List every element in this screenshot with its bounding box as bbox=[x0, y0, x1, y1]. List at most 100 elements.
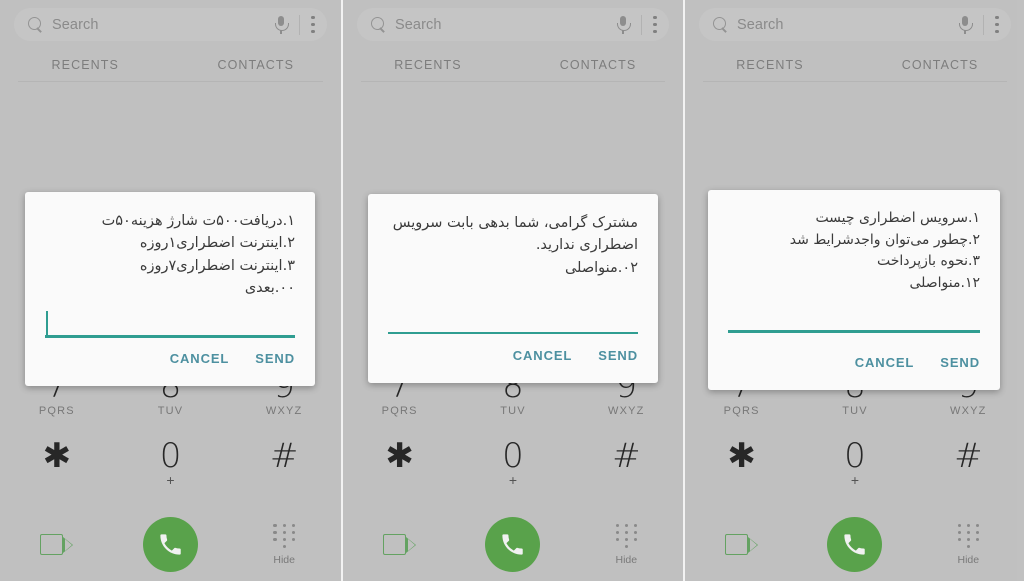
dialpad-key-hash[interactable]: # bbox=[912, 438, 1024, 475]
search-input[interactable]: Search bbox=[699, 8, 1011, 41]
microphone-icon[interactable] bbox=[616, 15, 631, 35]
ussd-dialog: ۱.سرویس اضطراری چیست ۲.چطور می‌توان واجد… bbox=[708, 190, 1000, 390]
search-placeholder: Search bbox=[395, 16, 442, 33]
phone-screen-panel-3: Search RECENTS CONTACTS 7 PQRS 8 TUV bbox=[685, 0, 1024, 581]
tab-contacts[interactable]: CONTACTS bbox=[855, 52, 1024, 82]
text-caret bbox=[46, 311, 49, 336]
search-placeholder: Search bbox=[737, 16, 784, 33]
kebab-menu-icon[interactable] bbox=[311, 15, 315, 34]
ussd-reply-input[interactable] bbox=[728, 303, 980, 333]
video-camera-icon bbox=[725, 534, 759, 555]
keypad-hide-icon bbox=[953, 523, 983, 550]
call-button[interactable] bbox=[827, 517, 883, 572]
ussd-reply-input[interactable] bbox=[388, 304, 638, 334]
hide-keypad-button[interactable]: Hide bbox=[227, 523, 341, 566]
tab-recents[interactable]: RECENTS bbox=[0, 52, 171, 82]
search-icon bbox=[28, 17, 43, 32]
tab-underline bbox=[18, 81, 323, 82]
kebab-menu-icon[interactable] bbox=[995, 15, 999, 34]
ussd-reply-input[interactable] bbox=[45, 308, 295, 338]
video-call-button[interactable] bbox=[0, 534, 114, 555]
phone-screen-panel-1: Search RECENTS CONTACTS 7 PQRS 8 TUV 9 W… bbox=[0, 0, 341, 581]
dialpad-key-star[interactable]: ✱ bbox=[343, 438, 456, 475]
microphone-icon[interactable] bbox=[274, 15, 289, 35]
phone-call-icon bbox=[160, 534, 181, 555]
three-panel-screenshot: Search RECENTS CONTACTS 7 PQRS 8 TUV 9 W… bbox=[0, 0, 1024, 581]
search-bar-container: Search bbox=[14, 8, 327, 41]
keypad-hide-icon bbox=[269, 523, 299, 550]
send-button[interactable]: SEND bbox=[598, 344, 638, 367]
video-camera-icon bbox=[383, 534, 417, 555]
dialpad-plus-label: + bbox=[166, 472, 175, 488]
dialpad-key-hash[interactable]: # bbox=[570, 438, 683, 475]
cancel-button[interactable]: CANCEL bbox=[170, 347, 230, 370]
microphone-icon[interactable] bbox=[958, 15, 973, 35]
tab-recents[interactable]: RECENTS bbox=[685, 52, 855, 82]
dialpad-letters: WXYZ bbox=[265, 405, 303, 417]
dialpad-key-hash[interactable]: # bbox=[227, 438, 341, 475]
hide-keypad-button[interactable]: Hide bbox=[570, 523, 683, 566]
send-button[interactable]: SEND bbox=[940, 351, 980, 374]
dialpad-row-star0hash: ✱ 0 + # bbox=[343, 438, 683, 508]
dialpad-letters: PQRS bbox=[38, 405, 75, 417]
tab-contacts[interactable]: CONTACTS bbox=[171, 52, 342, 82]
dialpad-action-row: Hide bbox=[0, 508, 341, 581]
ussd-dialog: مشترک گرامی، شما بدهی بابت سرویس اضطراری… bbox=[368, 194, 658, 383]
hide-keypad-button[interactable]: Hide bbox=[912, 523, 1024, 566]
dialpad: 7 PQRS 8 TUV 9 WXYZ ✱ 0 bbox=[685, 368, 1024, 581]
search-input[interactable]: Search bbox=[357, 8, 669, 41]
tab-contacts[interactable]: CONTACTS bbox=[513, 52, 683, 82]
dialpad-letters: TUV bbox=[842, 405, 868, 417]
call-button[interactable] bbox=[143, 517, 198, 572]
dialpad-digit: # bbox=[954, 436, 983, 476]
dialpad-letters: TUV bbox=[500, 405, 526, 417]
video-call-button[interactable] bbox=[685, 534, 798, 555]
input-underline bbox=[45, 335, 295, 338]
dialpad-letters: PQRS bbox=[381, 405, 418, 417]
dialpad-letters: WXYZ bbox=[950, 405, 987, 417]
tab-bar: RECENTS CONTACTS bbox=[0, 52, 341, 82]
dialog-actions: CANCEL SEND bbox=[45, 347, 295, 378]
hide-label: Hide bbox=[615, 553, 638, 566]
ussd-dialog: ۱.دریافت۵۰۰ت شارژ هزینه۵۰ت ۲.اینترنت اضط… bbox=[25, 192, 315, 386]
tab-recents[interactable]: RECENTS bbox=[343, 52, 513, 82]
search-icon bbox=[371, 17, 386, 32]
search-input[interactable]: Search bbox=[14, 8, 327, 41]
search-bar-container: Search bbox=[357, 8, 669, 41]
call-button[interactable] bbox=[485, 517, 541, 572]
dialpad-key-0[interactable]: 0 + bbox=[114, 438, 228, 488]
toolbar-divider bbox=[641, 14, 642, 35]
tab-underline bbox=[361, 81, 665, 82]
dialpad-key-0[interactable]: 0 + bbox=[798, 438, 911, 488]
cancel-button[interactable]: CANCEL bbox=[513, 344, 573, 367]
phone-call-icon bbox=[502, 534, 524, 555]
dialpad-action-row: Hide bbox=[343, 508, 683, 581]
video-camera-icon bbox=[40, 534, 74, 555]
dialpad-key-star[interactable]: ✱ bbox=[0, 438, 114, 475]
video-call-button[interactable] bbox=[343, 534, 456, 555]
search-bar-container: Search bbox=[699, 8, 1011, 41]
tab-bar: RECENTS CONTACTS bbox=[343, 52, 683, 82]
dialpad-digit: ✱ bbox=[727, 436, 756, 476]
dialpad-plus-label: + bbox=[508, 472, 518, 488]
dialpad-digit: 0 bbox=[844, 436, 866, 476]
ussd-message: ۱.سرویس اضطراری چیست ۲.چطور می‌توان واجد… bbox=[789, 210, 980, 292]
tab-bar: RECENTS CONTACTS bbox=[685, 52, 1024, 82]
dialpad-letters: TUV bbox=[157, 405, 184, 417]
kebab-menu-icon[interactable] bbox=[653, 15, 657, 34]
send-button[interactable]: SEND bbox=[255, 347, 295, 370]
dialpad-row-star0hash: ✱ 0 + # bbox=[685, 438, 1024, 508]
cancel-button[interactable]: CANCEL bbox=[855, 351, 915, 374]
dialpad-key-0[interactable]: 0 + bbox=[456, 438, 569, 488]
hide-label: Hide bbox=[957, 553, 980, 566]
search-placeholder: Search bbox=[52, 16, 99, 33]
dialpad-key-star[interactable]: ✱ bbox=[685, 438, 798, 475]
call-button-cell bbox=[456, 517, 569, 572]
call-button-cell bbox=[114, 517, 228, 572]
dialpad-plus-label: + bbox=[850, 472, 860, 488]
dialpad-digit: ✱ bbox=[385, 436, 414, 476]
keypad-hide-icon bbox=[611, 523, 641, 550]
input-underline bbox=[388, 331, 638, 334]
toolbar-divider bbox=[983, 14, 984, 35]
ussd-message: مشترک گرامی، شما بدهی بابت سرویس اضطراری… bbox=[392, 215, 638, 276]
